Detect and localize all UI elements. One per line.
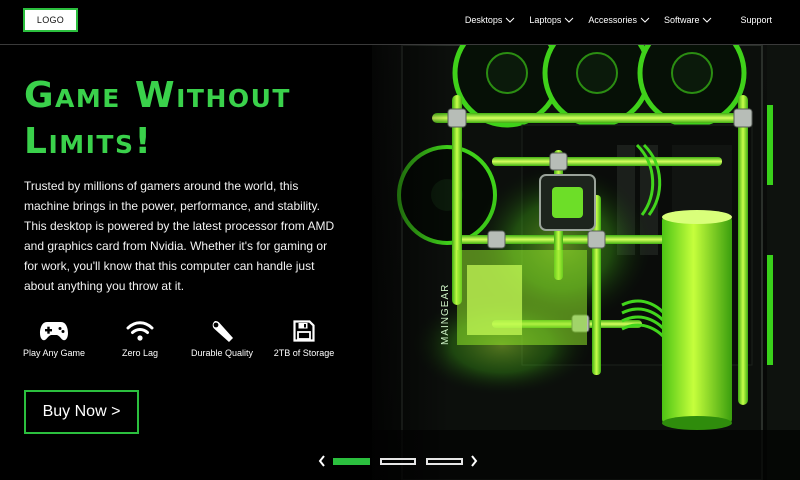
feature-label: Durable Quality: [190, 348, 254, 358]
landing-page: LOGO Desktops Laptops Accessories Softwa…: [0, 0, 800, 480]
nav-item-label: Laptops: [529, 15, 562, 25]
chevron-left-icon[interactable]: [316, 452, 328, 470]
feature-zero-lag: Zero Lag: [110, 318, 170, 358]
hero-content: Game Without Limits! Trusted by millions…: [0, 45, 380, 480]
feature-storage: 2TB of Storage: [274, 318, 334, 358]
nav-item-label: Desktops: [464, 15, 503, 25]
chevron-right-icon[interactable]: [468, 452, 480, 470]
feature-label: Play Any Game: [22, 348, 86, 358]
feature-label: 2TB of Storage: [273, 348, 335, 358]
wrench-icon: [207, 318, 237, 344]
main-nav: Desktops Laptops Accessories Software Su…: [465, 0, 800, 40]
nav-item-laptops[interactable]: Laptops: [529, 15, 574, 25]
nav-item-desktops[interactable]: Desktops: [465, 15, 516, 25]
carousel-controls: [316, 452, 480, 470]
feature-durable-quality: Durable Quality: [187, 318, 257, 358]
logo[interactable]: LOGO: [23, 8, 78, 32]
nav-item-label: Software: [663, 15, 700, 25]
page-title: Game Without Limits!: [24, 75, 291, 162]
nav-item-accessories[interactable]: Accessories: [588, 15, 650, 25]
wifi-icon: [125, 318, 155, 344]
nav-item-software[interactable]: Software: [664, 15, 713, 25]
nav-item-support[interactable]: Support: [740, 15, 772, 25]
gamepad-icon: [39, 318, 69, 344]
hero-description: Trusted by millions of gamers around the…: [24, 179, 335, 293]
chevron-down-icon: [565, 17, 574, 23]
nav-item-label: Accessories: [588, 15, 637, 25]
chevron-down-icon: [506, 17, 515, 23]
buy-now-button[interactable]: Buy Now >: [24, 390, 139, 434]
carousel-indicator-2[interactable]: [379, 457, 417, 465]
nav-item-label: Support: [740, 15, 772, 25]
site-header: LOGO Desktops Laptops Accessories Softwa…: [0, 0, 800, 45]
carousel-indicator-3[interactable]: [426, 457, 464, 465]
carousel-indicator-1[interactable]: [332, 457, 370, 465]
chevron-down-icon: [703, 17, 712, 23]
feature-label: Zero Lag: [121, 348, 159, 358]
chevron-down-icon: [640, 17, 650, 23]
feature-list: Play Any Game Zero Lag Durable Quality 2…: [22, 318, 344, 368]
feature-play-any-game: Play Any Game: [22, 318, 86, 358]
floppy-disk-icon: [289, 318, 319, 344]
